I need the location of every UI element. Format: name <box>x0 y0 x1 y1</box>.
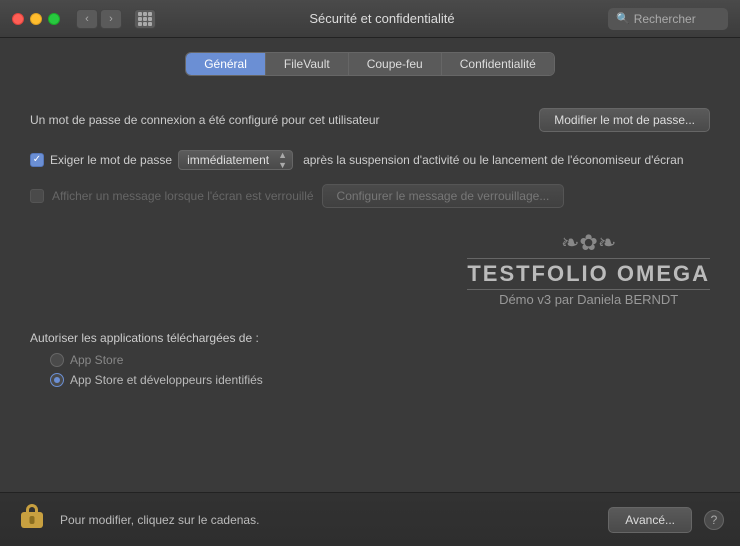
help-button[interactable]: ? <box>704 510 724 530</box>
checkbox-check-icon: ✓ <box>33 155 41 165</box>
tab-general[interactable]: Général <box>186 53 266 75</box>
watermark: ❧✿❧ TESTFOLIO OMEGA Démo v3 par Daniela … <box>467 230 710 307</box>
watermark-ornament: ❧✿❧ <box>467 230 710 256</box>
immediately-select-wrapper: immédiatement ▲▼ <box>178 150 293 170</box>
advanced-button[interactable]: Avancé... <box>608 507 692 533</box>
main-content: Général FileVault Coupe-feu Confidential… <box>0 38 740 492</box>
grid-icon <box>138 12 152 26</box>
tab-coupe-feu[interactable]: Coupe-feu <box>349 53 442 75</box>
password-configured-row: Un mot de passe de connexion a été confi… <box>30 102 710 138</box>
lock-keyhole <box>30 516 35 524</box>
radio-btn-app-store[interactable] <box>50 353 64 367</box>
after-suspend-text: après la suspension d'activité ou le lan… <box>303 153 683 167</box>
traffic-lights <box>12 13 60 25</box>
close-button[interactable] <box>12 13 24 25</box>
minimize-button[interactable] <box>30 13 42 25</box>
radio-btn-app-store-dev[interactable] <box>50 373 64 387</box>
search-icon: 🔍 <box>616 12 630 25</box>
radio-app-store[interactable]: App Store <box>50 353 710 367</box>
tab-group: Général FileVault Coupe-feu Confidential… <box>185 52 555 76</box>
lock-icon <box>21 512 43 528</box>
show-message-checkbox[interactable] <box>30 189 44 203</box>
immediately-select[interactable]: immédiatement <box>178 150 293 170</box>
radio-group: App Store App Store et développeurs iden… <box>30 353 710 387</box>
radio-label-app-store-dev: App Store et développeurs identifiés <box>70 373 263 387</box>
grid-button[interactable] <box>134 9 156 29</box>
watermark-subtitle: Démo v3 par Daniela BERNDT <box>467 292 710 307</box>
nav-buttons: ‹ › <box>76 9 122 29</box>
tab-confidentialite[interactable]: Confidentialité <box>442 53 554 75</box>
bottom-bar: Pour modifier, cliquez sur le cadenas. A… <box>0 492 740 546</box>
apps-section-label: Autoriser les applications téléchargées … <box>30 331 710 345</box>
radio-label-app-store: App Store <box>70 353 123 367</box>
search-placeholder: Rechercher <box>634 12 696 26</box>
forward-button[interactable]: › <box>100 9 122 29</box>
radio-dot <box>54 377 60 383</box>
tab-bar: Général FileVault Coupe-feu Confidential… <box>0 38 740 86</box>
apps-section: Autoriser les applications téléchargées … <box>30 327 710 391</box>
password-configured-text: Un mot de passe de connexion a été confi… <box>30 113 380 127</box>
require-checkbox-container: ✓ Exiger le mot de passe <box>30 153 172 167</box>
window-title: Sécurité et confidentialité <box>164 11 600 26</box>
require-password-row: ✓ Exiger le mot de passe immédiatement ▲… <box>30 150 710 170</box>
require-password-checkbox[interactable]: ✓ <box>30 153 44 167</box>
show-message-label: Afficher un message lorsque l'écran est … <box>52 189 314 203</box>
lock-body-rect <box>21 512 43 528</box>
maximize-button[interactable] <box>48 13 60 25</box>
back-button[interactable]: ‹ <box>76 9 98 29</box>
watermark-title: TESTFOLIO OMEGA <box>467 258 710 290</box>
tab-filevault[interactable]: FileVault <box>266 53 349 75</box>
search-bar[interactable]: 🔍 Rechercher <box>608 8 728 30</box>
watermark-area: ❧✿❧ TESTFOLIO OMEGA Démo v3 par Daniela … <box>30 222 710 315</box>
lock-instruction-text: Pour modifier, cliquez sur le cadenas. <box>60 513 596 527</box>
configure-message-button: Configurer le message de verrouillage... <box>322 184 565 208</box>
radio-app-store-dev[interactable]: App Store et développeurs identifiés <box>50 373 710 387</box>
content-area: Un mot de passe de connexion a été confi… <box>0 86 740 492</box>
require-password-label: Exiger le mot de passe <box>50 153 172 167</box>
lock-icon-container[interactable] <box>16 502 48 538</box>
modify-password-button[interactable]: Modifier le mot de passe... <box>539 108 710 132</box>
title-bar: ‹ › Sécurité et confidentialité 🔍 Recher… <box>0 0 740 38</box>
show-message-row: Afficher un message lorsque l'écran est … <box>30 182 710 210</box>
